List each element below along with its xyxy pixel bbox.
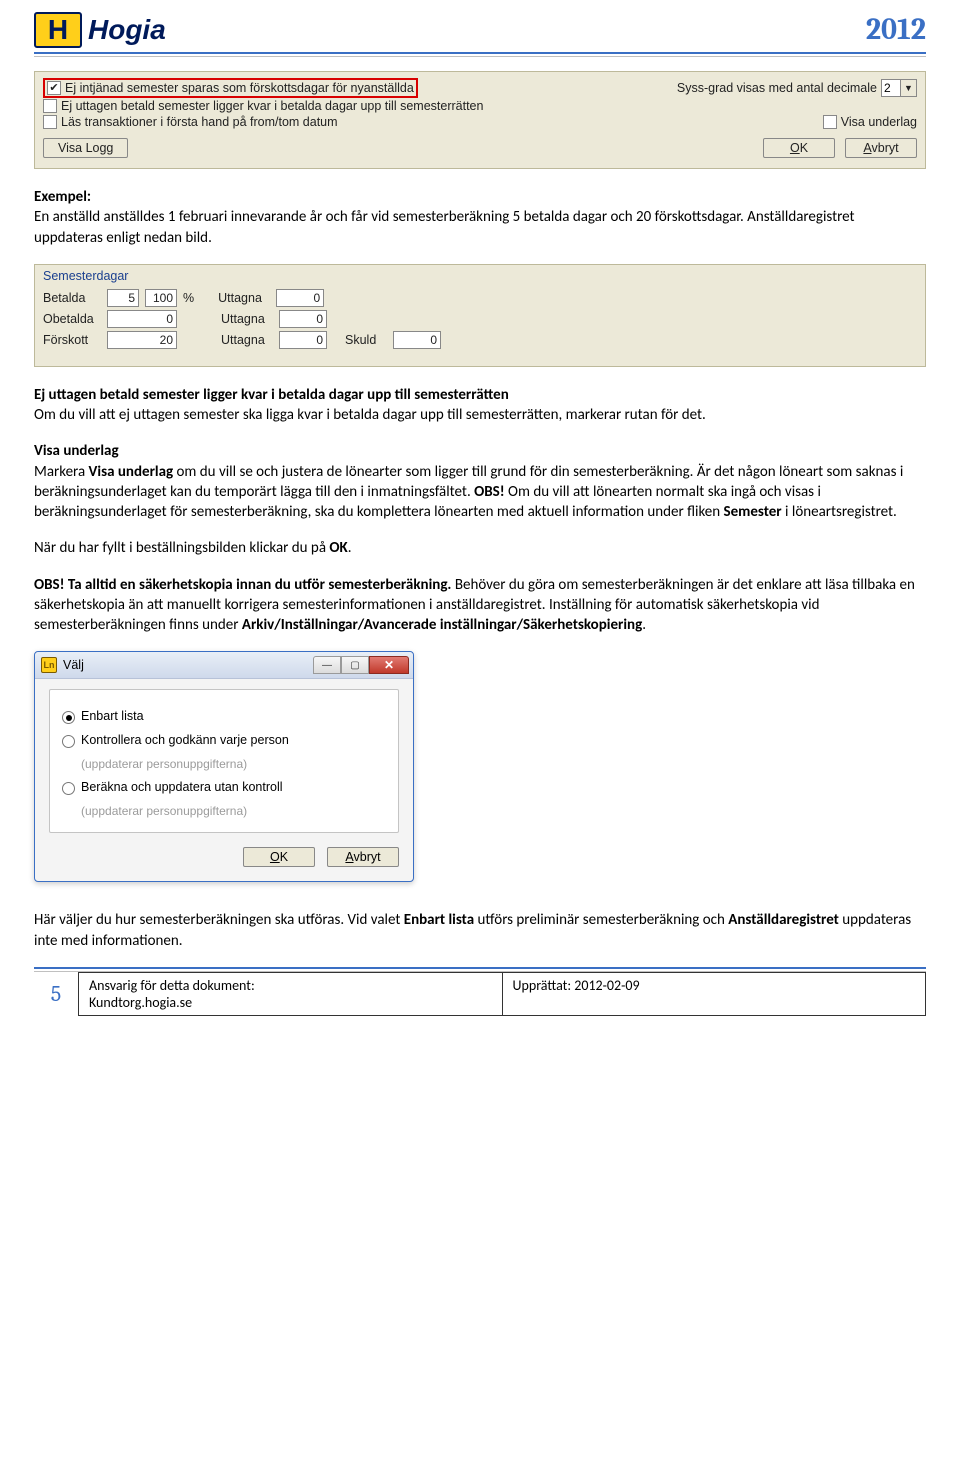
paragraph: OBS! Ta alltid en säkerhetskopia innan d…: [34, 575, 926, 636]
paragraph: När du har fyllt i beställningsbilden kl…: [34, 538, 926, 558]
radio-icon[interactable]: [62, 711, 75, 724]
settings-panel: ✔ Ej intjänad semester sparas som försko…: [34, 71, 926, 169]
input-betalda-pct[interactable]: 100: [145, 289, 177, 307]
app-icon: Ln: [41, 657, 57, 673]
checkbox-row[interactable]: Visa underlag: [823, 115, 917, 129]
input-uttagna[interactable]: 0: [276, 289, 324, 307]
heading-inline: Visa underlag: [34, 442, 119, 460]
footer: 5 Ansvarig för detta dokument: Kundtorg.…: [34, 967, 926, 1016]
input-uttagna[interactable]: 0: [279, 331, 327, 349]
select-dialog: Ln Välj — ▢ ✕ Enbart lista Kontrollera o…: [34, 651, 414, 882]
field-label: Uttagna: [218, 291, 270, 305]
radio-option[interactable]: Enbart lista: [62, 709, 386, 724]
paragraph: Visa underlag Markera Visa underlag om d…: [34, 441, 926, 522]
radio-label: Kontrollera och godkänn varje person: [81, 733, 289, 747]
field-label: Förskott: [43, 333, 101, 347]
document-header: H Hogia 2012: [34, 12, 926, 48]
ok-button[interactable]: OK: [243, 847, 315, 867]
logo: H Hogia: [34, 12, 166, 48]
field-label: Obetalda: [43, 312, 101, 326]
checkbox-label: Ej uttagen betald semester ligger kvar i…: [61, 99, 483, 113]
heading-inline: Exempel:: [34, 188, 91, 206]
group-title: Semesterdagar: [43, 269, 917, 283]
input-forskott[interactable]: 20: [107, 331, 177, 349]
divider: [34, 967, 926, 969]
divider: [34, 52, 926, 54]
input-betalda[interactable]: 5: [107, 289, 139, 307]
input-uttagna[interactable]: 0: [279, 310, 327, 328]
field-row: Betalda 5 100 % Uttagna 0: [43, 289, 917, 307]
decimals-dropdown[interactable]: ▼: [881, 79, 917, 97]
paragraph: Ej uttagen betald semester ligger kvar i…: [34, 385, 926, 426]
close-icon[interactable]: ✕: [369, 656, 409, 674]
checkbox-row[interactable]: Läs transaktioner i första hand på from/…: [43, 115, 338, 129]
radio-option[interactable]: Beräkna och uppdatera utan kontroll: [62, 780, 386, 795]
checkbox-label: Läs transaktioner i första hand på from/…: [61, 115, 338, 129]
view-log-button[interactable]: Visa Logg: [43, 138, 128, 158]
footer-right: Upprättat: 2012-02-09: [503, 972, 927, 1016]
page-number: 5: [34, 972, 78, 1016]
radio-icon[interactable]: [62, 735, 75, 748]
decimals-value[interactable]: [882, 81, 900, 95]
checkbox-icon[interactable]: ✔: [47, 81, 61, 95]
cancel-button[interactable]: Avbryt: [327, 847, 399, 867]
radio-label: Beräkna och uppdatera utan kontroll: [81, 780, 283, 794]
field-label: Betalda: [43, 291, 101, 305]
field-row: Obetalda 0 Uttagna 0: [43, 310, 917, 328]
divider: [34, 56, 926, 57]
percent-label: %: [183, 291, 194, 305]
checkbox-row[interactable]: ✔ Ej intjänad semester sparas som försko…: [47, 81, 414, 95]
checkbox-label: Ej intjänad semester sparas som förskott…: [65, 81, 414, 95]
checkbox-icon[interactable]: [43, 115, 57, 129]
dialog-titlebar: Ln Välj — ▢ ✕: [35, 652, 413, 679]
radio-icon[interactable]: [62, 782, 75, 795]
field-row: Förskott 20 Uttagna 0 Skuld 0: [43, 331, 917, 349]
chevron-down-icon[interactable]: ▼: [900, 80, 916, 96]
radio-group: Enbart lista Kontrollera och godkänn var…: [49, 689, 399, 833]
logo-text: Hogia: [88, 14, 166, 46]
maximize-icon[interactable]: ▢: [341, 656, 369, 674]
input-skuld[interactable]: 0: [393, 331, 441, 349]
paragraph: Exempel: En anställd anställdes 1 februa…: [34, 187, 926, 248]
logo-mark-icon: H: [34, 12, 82, 48]
radio-subtext: (uppdaterar personuppgifterna): [81, 804, 386, 818]
year-label: 2012: [866, 12, 926, 47]
radio-label: Enbart lista: [81, 709, 144, 723]
field-label: Uttagna: [221, 312, 273, 326]
cancel-button[interactable]: Avbryt: [845, 138, 917, 158]
minimize-icon[interactable]: —: [313, 656, 341, 674]
decimals-label: Syss-grad visas med antal decimale: [677, 81, 877, 95]
checkbox-icon[interactable]: [43, 99, 57, 113]
ok-button[interactable]: OK: [763, 138, 835, 158]
checkbox-label: Visa underlag: [841, 115, 917, 129]
field-label: Skuld: [345, 333, 387, 347]
footer-left: Ansvarig för detta dokument: Kundtorg.ho…: [79, 972, 503, 1016]
checkbox-icon[interactable]: [823, 115, 837, 129]
radio-subtext: (uppdaterar personuppgifterna): [81, 757, 386, 771]
dialog-title: Välj: [63, 658, 84, 672]
radio-option[interactable]: Kontrollera och godkänn varje person: [62, 733, 386, 748]
semesterdagar-panel: Semesterdagar Betalda 5 100 % Uttagna 0 …: [34, 264, 926, 367]
input-obetalda[interactable]: 0: [107, 310, 177, 328]
checkbox-row[interactable]: Ej uttagen betald semester ligger kvar i…: [43, 99, 917, 113]
paragraph: Här väljer du hur semesterberäkningen sk…: [34, 910, 926, 951]
highlighted-option: ✔ Ej intjänad semester sparas som försko…: [43, 78, 418, 98]
heading-inline: Ej uttagen betald semester ligger kvar i…: [34, 386, 509, 404]
field-label: Uttagna: [221, 333, 273, 347]
